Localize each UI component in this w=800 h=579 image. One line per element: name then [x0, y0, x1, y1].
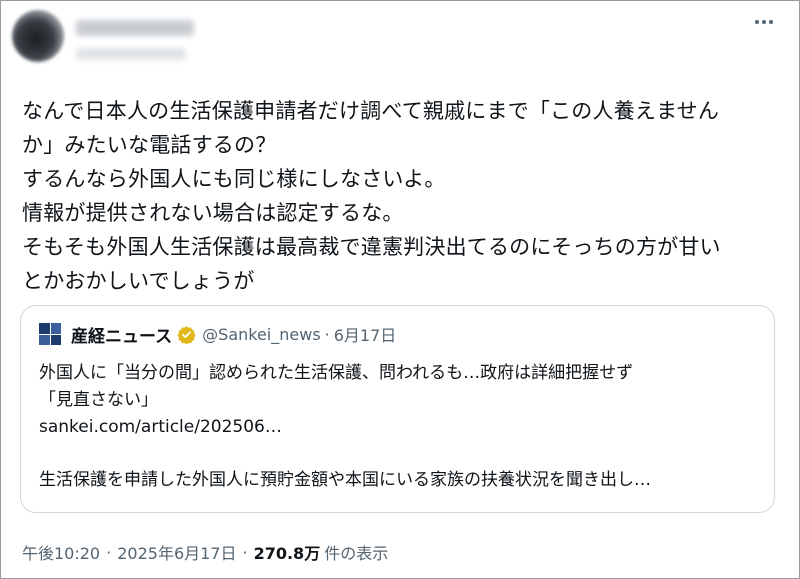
quoted-link[interactable]: sankei.com/article/202506… [39, 414, 759, 441]
tweet-text-line: とかおかしいでしょうが [22, 269, 255, 293]
quoted-text-line: 「見直さない」 [39, 390, 158, 410]
author-handle-blurred [76, 48, 186, 60]
quoted-author-handle: @Sankei_news [202, 324, 321, 344]
tweet-text-line: 情報が提供されない場合は認定するな。 [22, 201, 404, 225]
tweet-text-line: なんで日本人の生活保護申請者だけ調べて親戚にまで「この人養えません [22, 99, 720, 123]
verified-badge-icon [177, 325, 196, 344]
post-time[interactable]: 午後10:20 [22, 540, 100, 564]
separator-dot: · [242, 542, 248, 562]
author-name-blurred[interactable] [76, 20, 194, 36]
avatar[interactable] [12, 10, 64, 62]
sankei-logo-icon [39, 323, 61, 345]
tweet-header [0, 0, 800, 80]
quoted-summary: 生活保護を申請した外国人に預貯金額や本国にいる家族の扶養状況を聞き出し… [39, 470, 651, 490]
post-meta: 午後10:20 · 2025年6月17日 · 270.8万 件の表示 [22, 540, 388, 564]
view-count-label: 件の表示 [324, 544, 389, 563]
more-button[interactable] [750, 8, 778, 36]
tweet-text-line: するんなら外国人にも同じ様にしなさいよ。 [22, 167, 446, 191]
post-date[interactable]: 2025年6月17日 [117, 540, 236, 564]
tweet-text: なんで日本人の生活保護申請者だけ調べて親戚にまで「この人養えません か」みたいな… [22, 94, 782, 298]
quoted-text-line: 外国人に「当分の間」認められた生活保護、問われるも…政府は詳細把握せず [39, 363, 634, 383]
separator-dot: · [106, 542, 112, 562]
separator-dot: · [324, 324, 330, 344]
more-dots-icon [755, 20, 773, 24]
quoted-post-header: 産経ニュース @Sankei_news · 6月17日 [39, 322, 397, 347]
tweet-text-line: そもそも外国人生活保護は最高裁で違憲判決出てるのにそっちの方が甘い [22, 235, 721, 259]
tweet-text-line: か」みたいな電話するの？ [22, 133, 277, 157]
quoted-post-date[interactable]: 6月17日 [334, 322, 397, 346]
quoted-author-name[interactable]: 産経ニュース [71, 322, 172, 347]
quoted-post-card[interactable]: 産経ニュース @Sankei_news · 6月17日 外国人に「当分の間」認め… [20, 305, 775, 513]
view-count: 270.8万 [253, 544, 321, 563]
quoted-post-text: 外国人に「当分の間」認められた生活保護、問われるも…政府は詳細把握せず 「見直さ… [39, 360, 759, 494]
